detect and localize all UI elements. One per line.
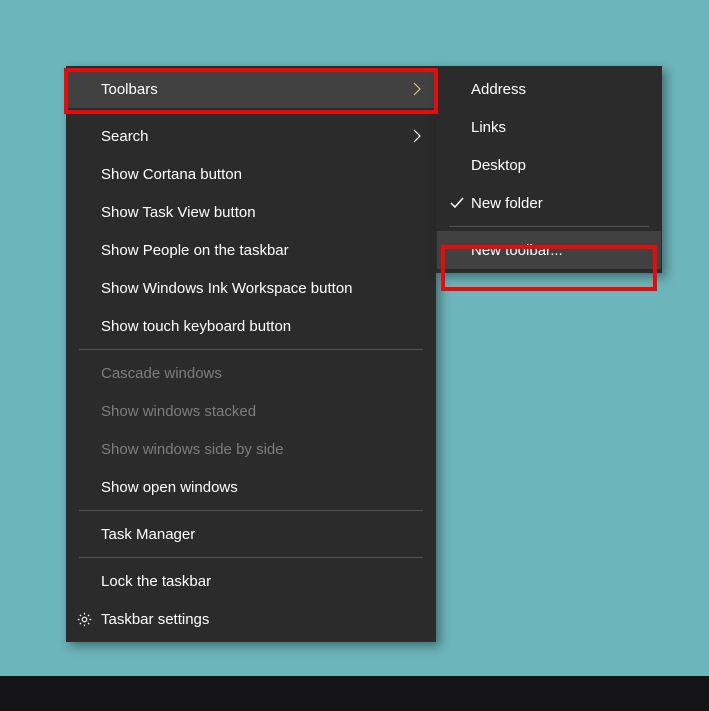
menu-item-show-people[interactable]: Show People on the taskbar (67, 231, 435, 269)
menu-separator (449, 226, 649, 227)
menu-label: Links (471, 119, 647, 136)
check-icon (449, 195, 465, 211)
taskbar-context-menu: Toolbars Search Show Cortana button Show… (66, 66, 436, 642)
menu-label: Show touch keyboard button (101, 318, 421, 335)
menu-item-search[interactable]: Search (67, 117, 435, 155)
menu-item-taskbar-settings[interactable]: Taskbar settings (67, 600, 435, 638)
toolbars-submenu: Address Links Desktop New folder New too… (436, 66, 662, 273)
submenu-item-new-folder[interactable]: New folder (437, 184, 661, 222)
menu-label: Show Windows Ink Workspace button (101, 280, 421, 297)
menu-item-cascade-windows: Cascade windows (67, 354, 435, 392)
menu-item-show-task-view[interactable]: Show Task View button (67, 193, 435, 231)
taskbar-strip (0, 676, 709, 711)
menu-separator (79, 349, 423, 350)
menu-label: Address (471, 81, 647, 98)
menu-label: Show Cortana button (101, 166, 421, 183)
menu-label: Lock the taskbar (101, 573, 421, 590)
submenu-item-desktop[interactable]: Desktop (437, 146, 661, 184)
menu-item-task-manager[interactable]: Task Manager (67, 515, 435, 553)
menu-label: Desktop (471, 157, 647, 174)
gear-icon (75, 610, 93, 628)
menu-label: New folder (471, 195, 647, 212)
submenu-item-new-toolbar[interactable]: New toolbar... (437, 231, 661, 269)
menu-separator (79, 557, 423, 558)
menu-label: New toolbar... (471, 242, 647, 259)
menu-label: Taskbar settings (101, 611, 421, 628)
menu-item-show-touch-keyboard[interactable]: Show touch keyboard button (67, 307, 435, 345)
menu-item-show-cortana[interactable]: Show Cortana button (67, 155, 435, 193)
menu-item-lock-taskbar[interactable]: Lock the taskbar (67, 562, 435, 600)
menu-label: Toolbars (101, 81, 407, 98)
menu-label: Show People on the taskbar (101, 242, 421, 259)
submenu-item-address[interactable]: Address (437, 70, 661, 108)
chevron-right-icon (407, 82, 421, 96)
menu-label: Show open windows (101, 479, 421, 496)
menu-separator (79, 112, 423, 113)
menu-label: Show Task View button (101, 204, 421, 221)
menu-label: Search (101, 128, 407, 145)
menu-label: Show windows stacked (101, 403, 421, 420)
menu-item-stacked-windows: Show windows stacked (67, 392, 435, 430)
menu-item-side-by-side: Show windows side by side (67, 430, 435, 468)
menu-item-toolbars[interactable]: Toolbars (67, 70, 435, 108)
menu-label: Task Manager (101, 526, 421, 543)
submenu-item-links[interactable]: Links (437, 108, 661, 146)
menu-item-show-ink-workspace[interactable]: Show Windows Ink Workspace button (67, 269, 435, 307)
menu-label: Show windows side by side (101, 441, 421, 458)
menu-item-show-open-windows[interactable]: Show open windows (67, 468, 435, 506)
menu-label: Cascade windows (101, 365, 421, 382)
chevron-right-icon (407, 129, 421, 143)
menu-separator (79, 510, 423, 511)
